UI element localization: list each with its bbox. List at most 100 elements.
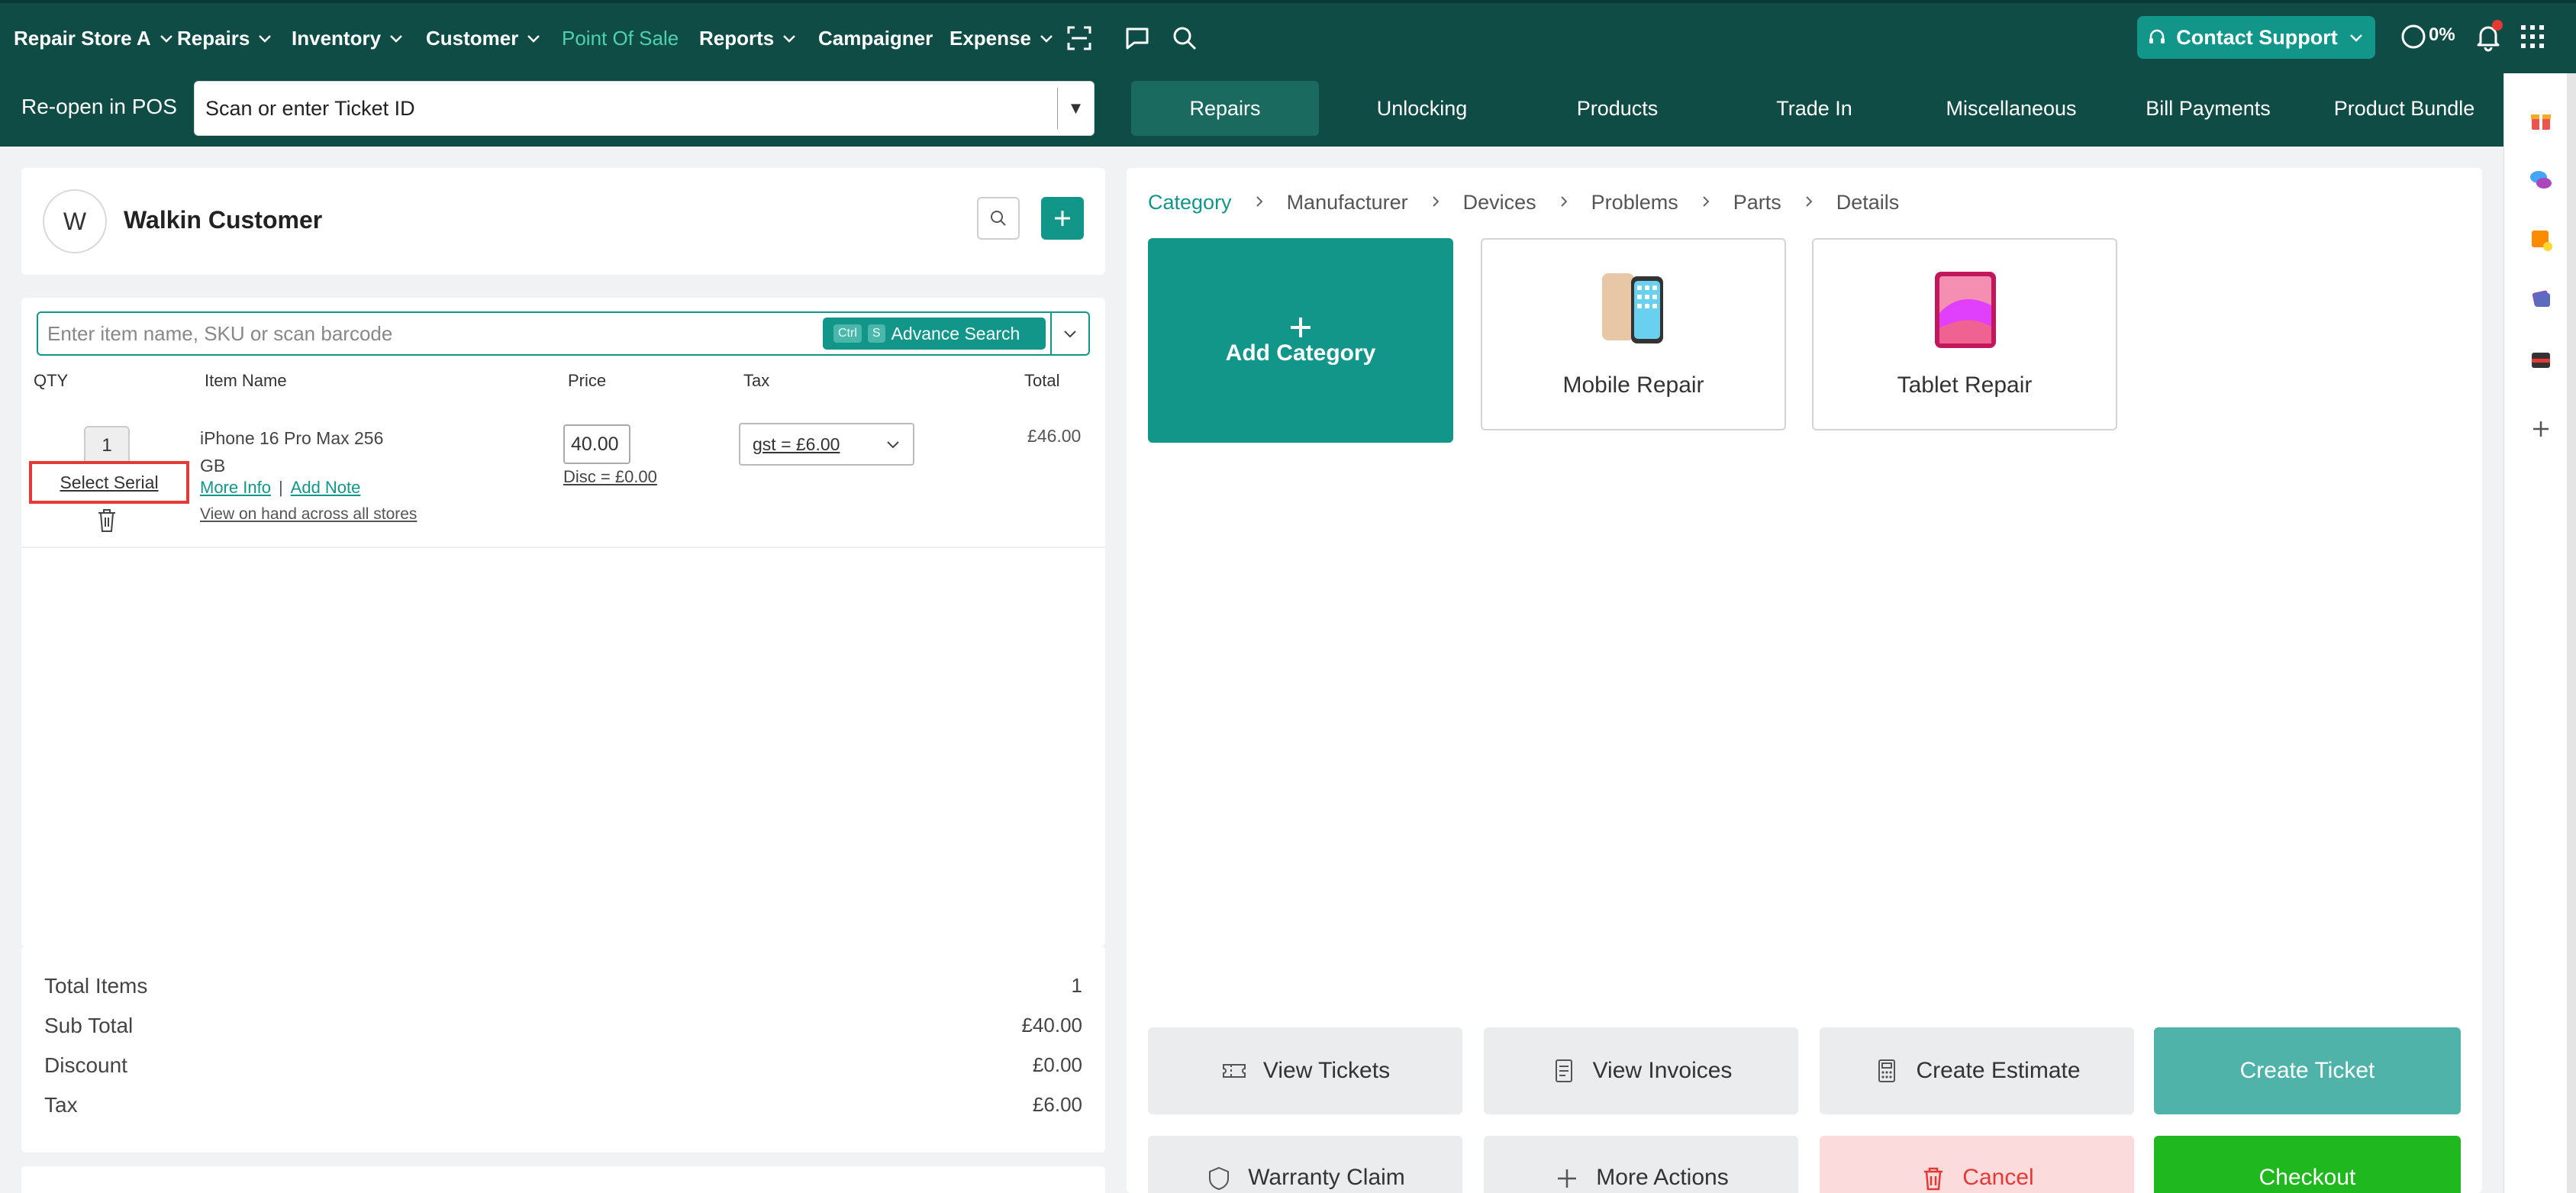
tab-product-bundle[interactable]: Product Bundle (2320, 81, 2488, 136)
item-links: More Info | Add Note (200, 478, 360, 498)
view-tickets-button[interactable]: View Tickets (1148, 1027, 1462, 1114)
breadcrumb-problems[interactable]: Problems (1591, 191, 1678, 214)
category-tile-tablet-repair[interactable]: Tablet Repair (1812, 238, 2117, 430)
view-tickets-label: View Tickets (1262, 1058, 1391, 1083)
create-ticket-label: Create Ticket (2239, 1058, 2375, 1083)
add-customer-button[interactable] (1041, 197, 1084, 240)
invoice-icon (1555, 1059, 1572, 1082)
tax-select-value: gst = £6.00 (753, 434, 840, 454)
add-category-label: Add Category (1225, 340, 1376, 366)
chat-icon[interactable] (1122, 23, 1153, 53)
tax-select[interactable]: gst = £6.00 (739, 423, 914, 466)
nav-reports[interactable]: Reports (699, 21, 798, 55)
create-estimate-button[interactable]: Create Estimate (1820, 1027, 2134, 1114)
notes-icon[interactable] (2527, 226, 2555, 253)
nav-repairs[interactable]: Repairs (177, 21, 274, 55)
chevron-down-icon (387, 29, 405, 47)
nav-expense-label: Expense (949, 26, 1031, 50)
cancel-button[interactable]: Cancel (1820, 1136, 2134, 1193)
nav-campaigner[interactable]: Campaigner (818, 21, 933, 55)
chevron-right-icon (1801, 191, 1817, 214)
col-qty: QTY (34, 371, 69, 390)
add-note-link[interactable]: Add Note (291, 478, 361, 498)
avatar: W (43, 189, 107, 253)
nav-inventory[interactable]: Inventory (292, 21, 405, 55)
cards-icon[interactable] (2527, 285, 2555, 313)
store-selector[interactable]: Repair Store A (14, 21, 176, 55)
tab-unlocking[interactable]: Unlocking (1336, 81, 1508, 136)
tab-miscellaneous[interactable]: Miscellaneous (1923, 81, 2099, 136)
nav-point-of-sale[interactable]: Point Of Sale (562, 21, 679, 55)
headset-icon (2149, 29, 2165, 44)
chevron-down-icon (157, 29, 176, 47)
checkout-label: Checkout (2258, 1165, 2356, 1190)
cart-footer (21, 1166, 1105, 1193)
total-items-value: 1 (1071, 974, 1082, 997)
plus-icon (1291, 318, 1311, 337)
search-icon[interactable] (1169, 23, 1200, 53)
customer-name[interactable]: Walkin Customer (124, 206, 322, 234)
ticket-id-combobox[interactable]: ▼ (194, 81, 1095, 136)
chevron-down-icon[interactable] (1050, 313, 1088, 354)
chevron-down-icon (780, 29, 798, 47)
breadcrumb-parts[interactable]: Parts (1733, 191, 1781, 214)
tab-products[interactable]: Products (1531, 81, 1704, 136)
view-on-hand-link[interactable]: View on hand across all stores (200, 505, 417, 524)
category-tile-label: Mobile Repair (1562, 372, 1704, 398)
trash-icon (1924, 1167, 1943, 1191)
tab-repairs[interactable]: Repairs (1131, 81, 1319, 136)
advance-search-button[interactable]: Ctrl S Advance Search (823, 318, 1046, 350)
breadcrumb-category[interactable]: Category (1148, 191, 1232, 214)
trash-icon[interactable] (95, 507, 119, 534)
terminal-icon[interactable] (2527, 347, 2555, 374)
price-input[interactable] (563, 424, 630, 464)
ticket-id-input[interactable] (195, 82, 1056, 135)
category-tile-mobile-repair[interactable]: Mobile Repair (1481, 238, 1786, 430)
more-info-link[interactable]: More Info (200, 478, 271, 498)
tab-trade-in[interactable]: Trade In (1728, 81, 1901, 136)
scan-icon[interactable] (1064, 23, 1095, 53)
item-search-input[interactable] (38, 313, 817, 354)
create-ticket-button[interactable]: Create Ticket (2154, 1027, 2461, 1114)
gift-icon[interactable] (2527, 107, 2555, 134)
item-search-bar[interactable]: Ctrl S Advance Search (37, 311, 1090, 356)
customer-search-button[interactable] (977, 197, 1020, 240)
quantity-input[interactable]: 1 (84, 426, 130, 466)
plus-icon[interactable] (2527, 415, 2555, 443)
advance-search-label: Advance Search (891, 323, 1020, 343)
chevron-down-icon (524, 29, 543, 47)
progress-percent: 0% (2429, 24, 2455, 45)
discount-link[interactable]: Disc = £0.00 (563, 467, 657, 487)
contact-support-label: Contact Support (2176, 25, 2338, 49)
caret-down-icon[interactable]: ▼ (1057, 88, 1094, 129)
tab-bill-payments[interactable]: Bill Payments (2120, 81, 2296, 136)
breadcrumb-devices[interactable]: Devices (1463, 191, 1536, 214)
more-actions-label: More Actions (1596, 1165, 1729, 1190)
nav-expense[interactable]: Expense (949, 21, 1056, 55)
contact-support-button[interactable]: Contact Support (2137, 16, 2375, 59)
breadcrumb-details[interactable]: Details (1836, 191, 1900, 214)
col-price: Price (568, 371, 607, 390)
checkout-button[interactable]: Checkout (2154, 1136, 2461, 1193)
nav-customer[interactable]: Customer (426, 21, 543, 55)
chevron-right-icon (1556, 191, 1572, 214)
view-invoices-button[interactable]: View Invoices (1484, 1027, 1798, 1114)
col-tax: Tax (743, 371, 770, 390)
ticket-icon (1222, 1064, 1246, 1078)
chevron-down-icon (887, 441, 899, 449)
scrollbar[interactable] (2567, 73, 2576, 1193)
warranty-claim-button[interactable]: Warranty Claim (1148, 1136, 1462, 1193)
chat-bubbles-icon[interactable] (2527, 166, 2555, 194)
add-category-button[interactable]: Add Category (1148, 238, 1453, 443)
nav-pos-label: Point Of Sale (562, 26, 679, 50)
warranty-claim-label: Warranty Claim (1248, 1165, 1405, 1190)
breadcrumb-manufacturer[interactable]: Manufacturer (1287, 191, 1408, 214)
more-actions-button[interactable]: More Actions (1484, 1136, 1798, 1193)
view-invoices-label: View Invoices (1592, 1058, 1733, 1083)
tablet-image-icon (1935, 272, 1996, 348)
store-name: Repair Store A (14, 26, 151, 50)
cart-card (21, 298, 1105, 946)
chevron-down-icon (1037, 29, 1056, 47)
apps-grid-icon[interactable] (2519, 23, 2546, 50)
select-serial-link[interactable]: Select Serial (29, 461, 189, 504)
